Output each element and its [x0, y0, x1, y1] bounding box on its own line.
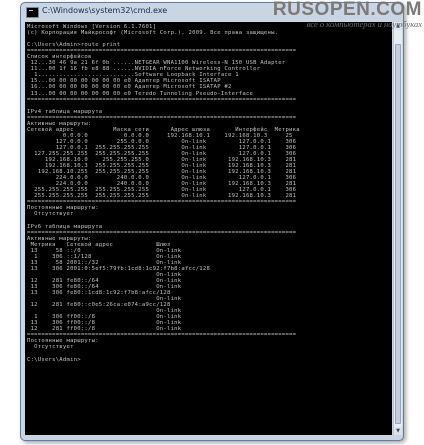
- site-watermark: RUSOPEN.COM все о компьютерах и ноутбука…: [262, 0, 422, 36]
- console-line: C:\Users\Admin>: [27, 356, 81, 363]
- console-text: Microsoft Windows [Version 6.1.7601] (c) …: [25, 22, 392, 363]
- watermark-tagline: все о компьютерах и ноутбуках: [306, 19, 422, 29]
- watermark-logo: RUSOPEN.COM: [272, 0, 422, 20]
- cmd-window: C:\Windows\system32\cmd.exe Microsoft Wi…: [20, 2, 404, 441]
- scroll-down-icon[interactable]: ▼: [394, 427, 402, 435]
- vertical-scrollbar[interactable]: ▲ ▼: [393, 22, 402, 435]
- cmd-icon: [26, 7, 39, 18]
- scroll-thumb[interactable]: [395, 44, 401, 424]
- console-output[interactable]: Microsoft Windows [Version 6.1.7601] (c) …: [25, 22, 392, 435]
- window-title: C:\Windows\system32\cmd.exe: [42, 6, 168, 15]
